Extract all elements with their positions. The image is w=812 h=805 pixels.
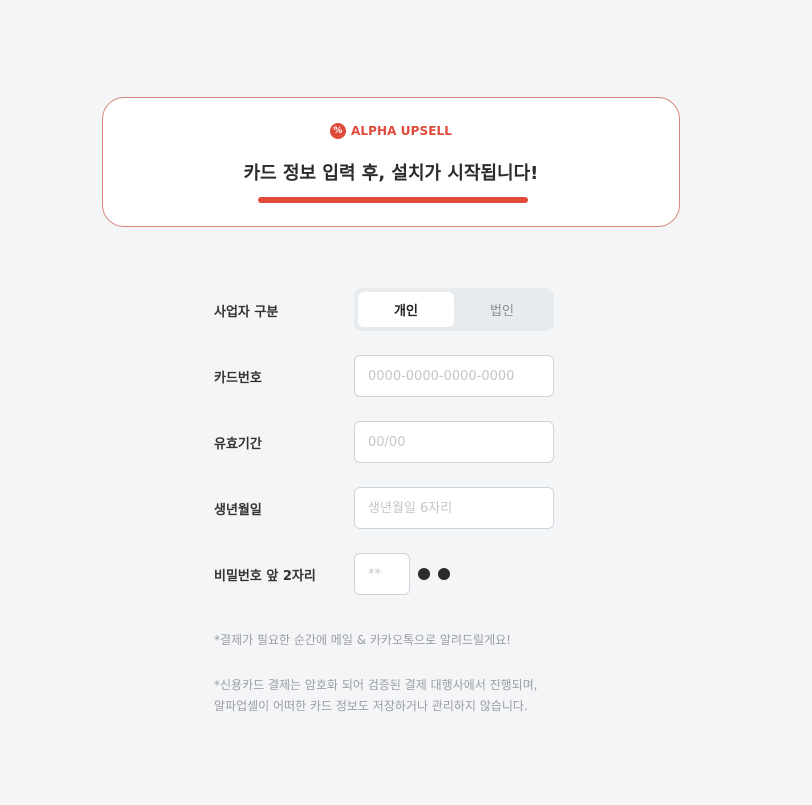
percent-badge-icon: %: [329, 123, 346, 139]
masked-digit-dot: [418, 568, 430, 580]
password-label: 비밀번호 앞 2자리: [214, 569, 316, 584]
business-type-toggle: 개인 법인: [354, 288, 554, 331]
security-note-line1: *신용카드 결제는 암호화 되어 검증된 결제 대행사에서 진행되며,: [214, 678, 538, 692]
headline-underline: [258, 197, 528, 203]
security-note-line2: 알파업셀이 어떠한 카드 정보도 저장하거나 관리하지 않습니다.: [214, 699, 528, 713]
birthdate-label: 생년월일: [214, 503, 262, 518]
brand-logo: % ALPHA UPSELL: [103, 123, 679, 139]
notification-note: *결제가 필요한 순간에 메일 & 카카오톡으로 알려드릴게요!: [214, 633, 511, 647]
banner-headline: 카드 정보 입력 후, 설치가 시작됩니다!: [243, 163, 539, 184]
page: % ALPHA UPSELL 카드 정보 입력 후, 설치가 시작됩니다! 사업…: [0, 0, 812, 805]
install-banner: % ALPHA UPSELL 카드 정보 입력 후, 설치가 시작됩니다!: [102, 97, 680, 227]
business-type-label: 사업자 구분: [214, 305, 279, 320]
card-number-input[interactable]: [354, 355, 554, 397]
brand-name: ALPHA UPSELL: [350, 124, 453, 138]
birthdate-input[interactable]: [354, 487, 554, 529]
business-type-corporate-button[interactable]: 법인: [454, 292, 550, 327]
card-number-label: 카드번호: [214, 371, 262, 386]
expiry-label: 유효기간: [214, 437, 262, 452]
business-type-individual-button[interactable]: 개인: [358, 292, 454, 327]
password-input[interactable]: [354, 553, 410, 595]
masked-digit-dot: [438, 568, 450, 580]
expiry-input[interactable]: [354, 421, 554, 463]
